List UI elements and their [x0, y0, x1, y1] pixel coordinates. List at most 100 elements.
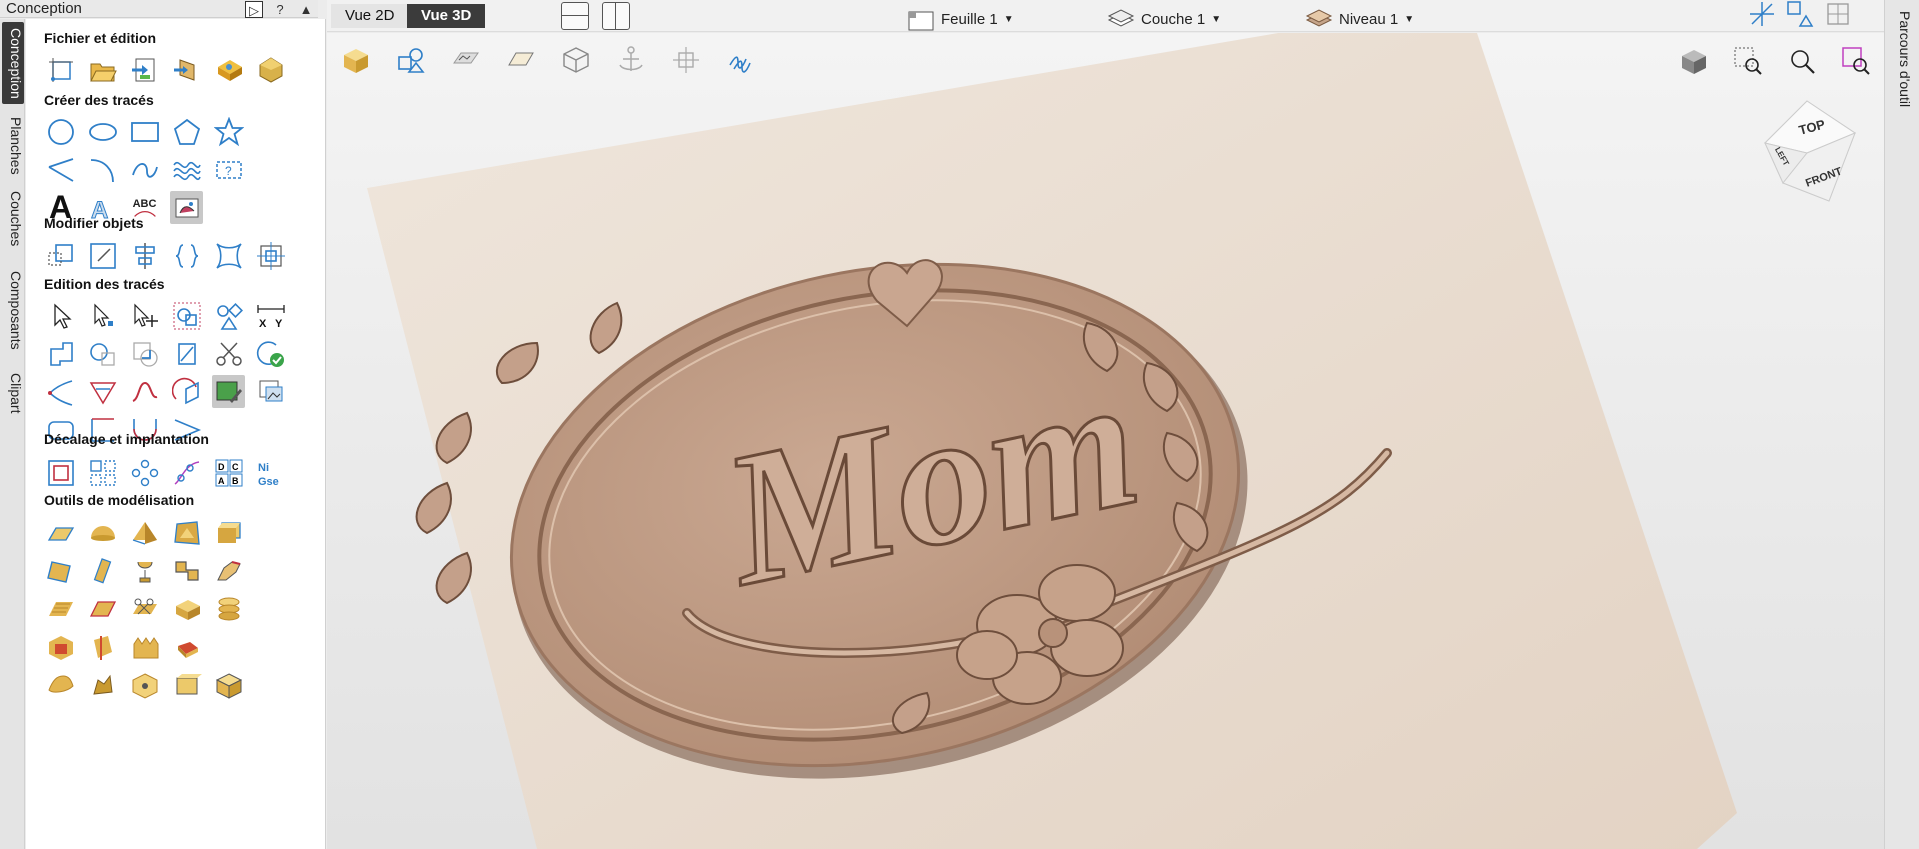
nesting-letters-icon[interactable]: Ni Gse	[254, 456, 287, 489]
snap-icon[interactable]	[1748, 0, 1776, 28]
wave-icon[interactable]	[170, 153, 203, 186]
trace-bitmap-icon[interactable]	[170, 191, 203, 224]
model-preview-icon[interactable]	[254, 53, 287, 86]
move-icon[interactable]	[44, 239, 77, 272]
model-dome-icon[interactable]	[86, 516, 119, 549]
model-smooth-icon[interactable]	[44, 668, 77, 701]
model-fade-icon[interactable]	[86, 592, 119, 625]
model-cube-icon[interactable]	[212, 668, 245, 701]
model-stack-icon[interactable]	[212, 592, 245, 625]
rectangle-icon[interactable]	[128, 115, 161, 148]
zoom-box-icon[interactable]	[1728, 41, 1768, 81]
show-vectors-icon[interactable]	[392, 41, 430, 79]
import-bitmap-icon[interactable]	[212, 53, 245, 86]
model-mixed-icon[interactable]	[170, 630, 203, 663]
pin-icon[interactable]: ▲	[297, 1, 315, 18]
copy-along-curve-icon[interactable]	[170, 456, 203, 489]
help-icon[interactable]: ?	[271, 1, 289, 18]
array-copy-icon[interactable]	[86, 456, 119, 489]
zoom-icon[interactable]	[1782, 41, 1822, 81]
chamfer-icon[interactable]	[86, 375, 119, 408]
polygon-icon[interactable]	[170, 115, 203, 148]
smooth-curve-icon[interactable]	[128, 375, 161, 408]
mirror-icon[interactable]	[170, 239, 203, 272]
tab-clipart[interactable]: Clipart	[2, 367, 24, 419]
model-extrude-icon[interactable]	[170, 516, 203, 549]
nesting-abcd-icon[interactable]: DCAB	[212, 456, 245, 489]
tab-planches[interactable]: Planches	[2, 113, 24, 177]
import-component-icon[interactable]	[170, 53, 203, 86]
open-file-icon[interactable]	[86, 53, 119, 86]
model-sculpt-icon[interactable]	[212, 554, 245, 587]
model-cube-red-icon[interactable]	[44, 630, 77, 663]
center-icon[interactable]	[254, 239, 287, 272]
circle-icon[interactable]	[44, 115, 77, 148]
tab-couches[interactable]: Couches	[2, 187, 24, 251]
bitmap-edit-icon[interactable]	[212, 375, 245, 408]
collapse-panel-icon[interactable]: ▷	[245, 0, 263, 18]
star-icon[interactable]	[212, 115, 245, 148]
image-properties-icon[interactable]	[254, 375, 287, 408]
shapes-icon[interactable]	[212, 299, 245, 332]
cut-scissors-icon[interactable]	[212, 337, 245, 370]
select-pointer-icon[interactable]	[44, 299, 77, 332]
align-icon[interactable]	[128, 239, 161, 272]
model-animals-icon[interactable]	[86, 668, 119, 701]
arc-icon[interactable]	[86, 153, 119, 186]
3d-viewport[interactable]: TOP FRONT LEFT Mom	[327, 33, 1884, 849]
layout-horizontal-icon[interactable]	[561, 2, 589, 30]
transform-pointer-icon[interactable]	[128, 299, 161, 332]
interactive-trim-icon[interactable]	[170, 299, 203, 332]
sheet-dropdown[interactable]: Feuille 1 ▼	[907, 6, 1014, 32]
view-3d-button[interactable]: Vue 3D	[407, 4, 486, 28]
dimensions-icon[interactable]: ?	[212, 153, 245, 186]
zoom-selection-icon[interactable]	[1836, 41, 1876, 81]
tab-conception[interactable]: Conception	[2, 22, 24, 104]
node-edit-icon[interactable]	[86, 299, 119, 332]
model-spin-icon[interactable]	[128, 554, 161, 587]
fillet-icon[interactable]	[44, 375, 77, 408]
tab-composants[interactable]: Composants	[2, 262, 24, 358]
model-wave-icon[interactable]	[128, 630, 161, 663]
polyline-icon[interactable]	[44, 153, 77, 186]
model-two-rails-icon[interactable]	[44, 554, 77, 587]
model-pyramid-icon[interactable]	[128, 516, 161, 549]
curve-icon[interactable]	[128, 153, 161, 186]
model-split-icon[interactable]	[128, 592, 161, 625]
measure-xy-icon[interactable]: XY	[254, 299, 287, 332]
weld-icon[interactable]	[44, 337, 77, 370]
model-extrude-rail-icon[interactable]	[86, 554, 119, 587]
show-bitmap-icon[interactable]	[447, 41, 485, 79]
overlap-icon[interactable]	[170, 337, 203, 370]
import-vectors-icon[interactable]	[128, 53, 161, 86]
navigation-cube[interactable]: TOP FRONT LEFT	[1747, 93, 1867, 213]
intersect-icon[interactable]	[128, 337, 161, 370]
ellipse-icon[interactable]	[86, 115, 119, 148]
view-cube-icon[interactable]	[1674, 41, 1714, 81]
model-box-icon[interactable]	[212, 516, 245, 549]
scale-icon[interactable]	[86, 239, 119, 272]
layer-dropdown[interactable]: Couche 1 ▼	[1107, 6, 1221, 32]
subtract-icon[interactable]	[86, 337, 119, 370]
material-icon[interactable]	[337, 41, 375, 79]
grid-icon[interactable]	[1824, 0, 1852, 28]
distort-icon[interactable]	[212, 239, 245, 272]
show-material-plane-icon[interactable]	[502, 41, 540, 79]
offset-icon[interactable]	[44, 456, 77, 489]
close-vectors-icon[interactable]	[254, 337, 287, 370]
job-setup-icon[interactable]	[44, 53, 77, 86]
wireframe-box-icon[interactable]	[557, 41, 595, 79]
level-dropdown[interactable]: Niveau 1 ▼	[1305, 6, 1414, 32]
model-flat-icon[interactable]	[44, 516, 77, 549]
tabs-icon[interactable]	[170, 375, 203, 408]
model-layer-icon[interactable]	[170, 592, 203, 625]
zero-point-icon[interactable]	[667, 41, 705, 79]
anchor-icon[interactable]	[612, 41, 650, 79]
tab-toolpaths[interactable]: Parcours d'outil	[1891, 4, 1913, 114]
toolpath-lines-icon[interactable]	[722, 41, 760, 79]
zoom-fit-icon[interactable]	[1786, 0, 1814, 28]
layout-vertical-icon[interactable]	[602, 2, 630, 30]
model-texture-icon[interactable]	[44, 592, 77, 625]
model-sweep-icon[interactable]	[170, 554, 203, 587]
view-2d-button[interactable]: Vue 2D	[331, 4, 409, 28]
